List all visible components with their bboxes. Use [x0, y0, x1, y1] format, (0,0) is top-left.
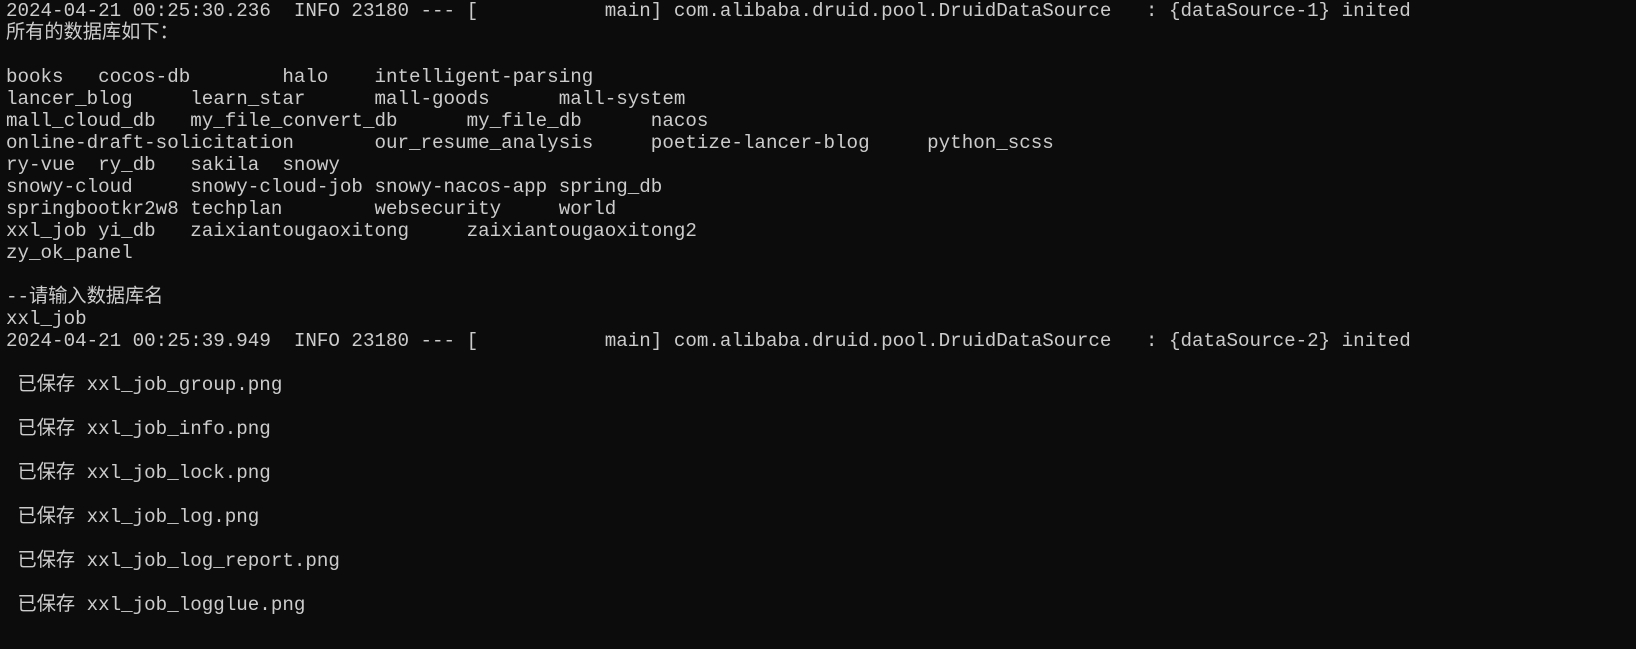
- terminal-output[interactable]: 2024-04-21 00:25:30.236 INFO 23180 --- […: [0, 0, 1636, 616]
- terminal-line: 2024-04-21 00:25:30.236 INFO 23180 --- […: [6, 0, 1411, 22]
- terminal-line: lancer_blog learn_star mall-goods mall-s…: [6, 88, 686, 110]
- terminal-line: mall_cloud_db my_file_convert_db my_file…: [6, 110, 709, 132]
- terminal-line: xxl_job yi_db zaixiantougaoxitong zaixia…: [6, 220, 697, 242]
- terminal-line: zy_ok_panel: [6, 242, 133, 264]
- terminal-line: 已保存 xxl_job_log_report.png: [6, 550, 340, 572]
- terminal-line: 已保存 xxl_job_lock.png: [6, 462, 271, 484]
- terminal-line: 已保存 xxl_job_log.png: [6, 506, 260, 528]
- terminal-line: springbootkr2w8 techplan websecurity wor…: [6, 198, 617, 220]
- terminal-line: xxl_job: [6, 308, 87, 330]
- terminal-line: 已保存 xxl_job_info.png: [6, 418, 271, 440]
- terminal-line: 所有的数据库如下：: [6, 22, 179, 44]
- terminal-line: snowy-cloud snowy-cloud-job snowy-nacos-…: [6, 176, 663, 198]
- terminal-line: books cocos-db halo intelligent-parsing: [6, 66, 594, 88]
- terminal-line: online-draft-solicitation our_resume_ana…: [6, 132, 1054, 154]
- terminal-line: --请输入数据库名: [6, 286, 164, 308]
- terminal-line: 2024-04-21 00:25:39.949 INFO 23180 --- […: [6, 330, 1411, 352]
- terminal-line: 已保存 xxl_job_group.png: [6, 374, 283, 396]
- terminal-line: ry-vue ry_db sakila snowy: [6, 154, 340, 176]
- terminal-line: 已保存 xxl_job_logglue.png: [6, 594, 306, 616]
